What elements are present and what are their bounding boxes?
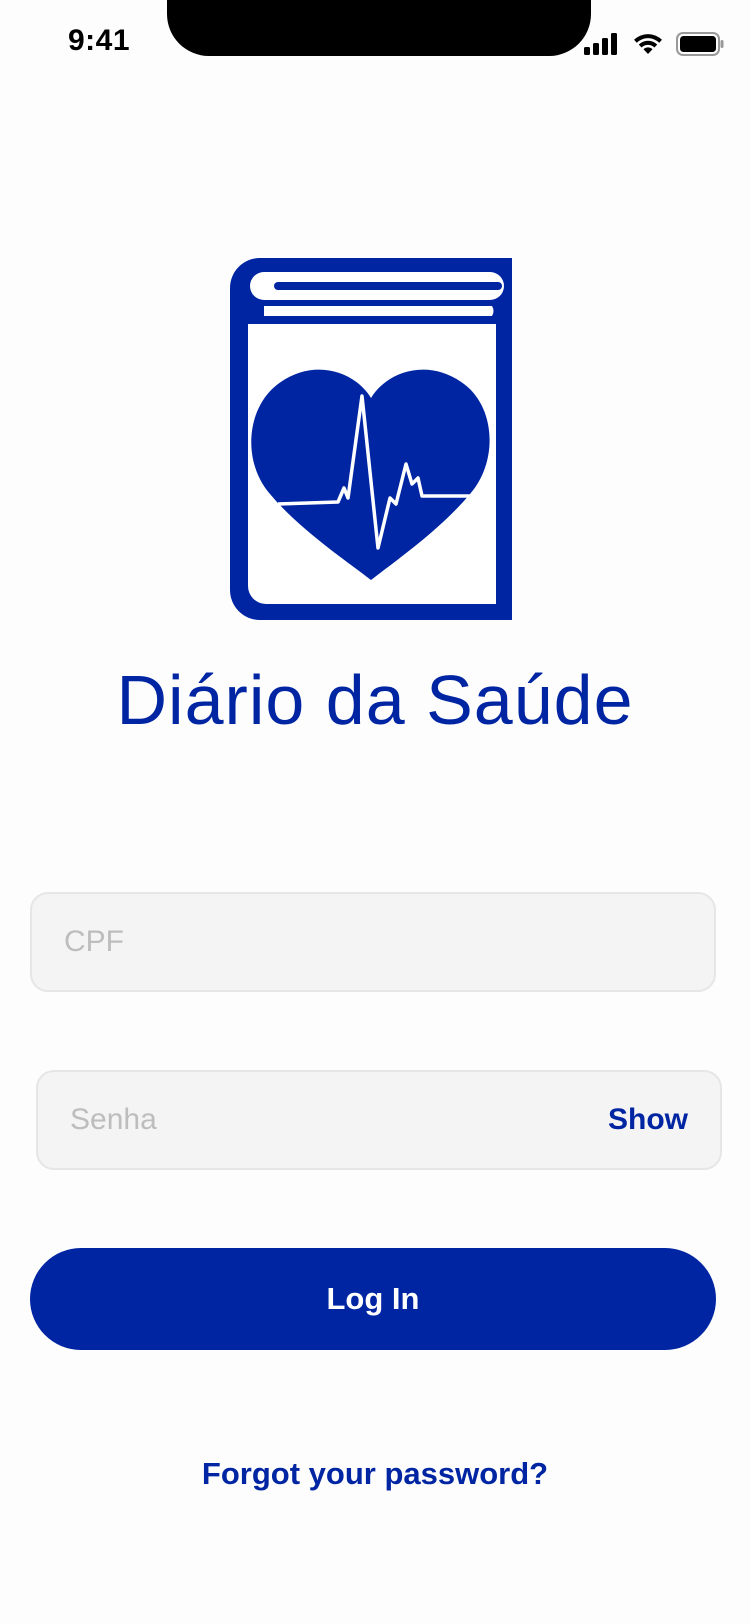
show-password-button[interactable]: Show — [608, 1103, 688, 1137]
status-icons — [584, 32, 724, 56]
login-screen: 9:41 Diário da Saúde CPF Show Log In For… — [0, 0, 750, 1624]
wifi-icon — [632, 32, 664, 56]
app-logo — [0, 258, 750, 620]
app-title: Diário da Saúde — [116, 661, 634, 739]
cpf-field[interactable] — [30, 892, 716, 992]
login-button[interactable]: Log In — [30, 1248, 716, 1350]
status-time: 9:41 — [68, 24, 131, 57]
password-field[interactable]: Show — [36, 1070, 722, 1170]
cpf-input[interactable] — [64, 925, 682, 959]
book-heart-ecg-logo — [230, 258, 512, 620]
forgot-password-link[interactable]: Forgot your password? — [0, 1456, 750, 1492]
status-bar: 9:41 — [0, 0, 750, 90]
signal-icon — [584, 33, 620, 55]
password-input[interactable] — [70, 1103, 608, 1137]
device-notch — [167, 0, 591, 56]
battery-icon — [676, 32, 724, 56]
